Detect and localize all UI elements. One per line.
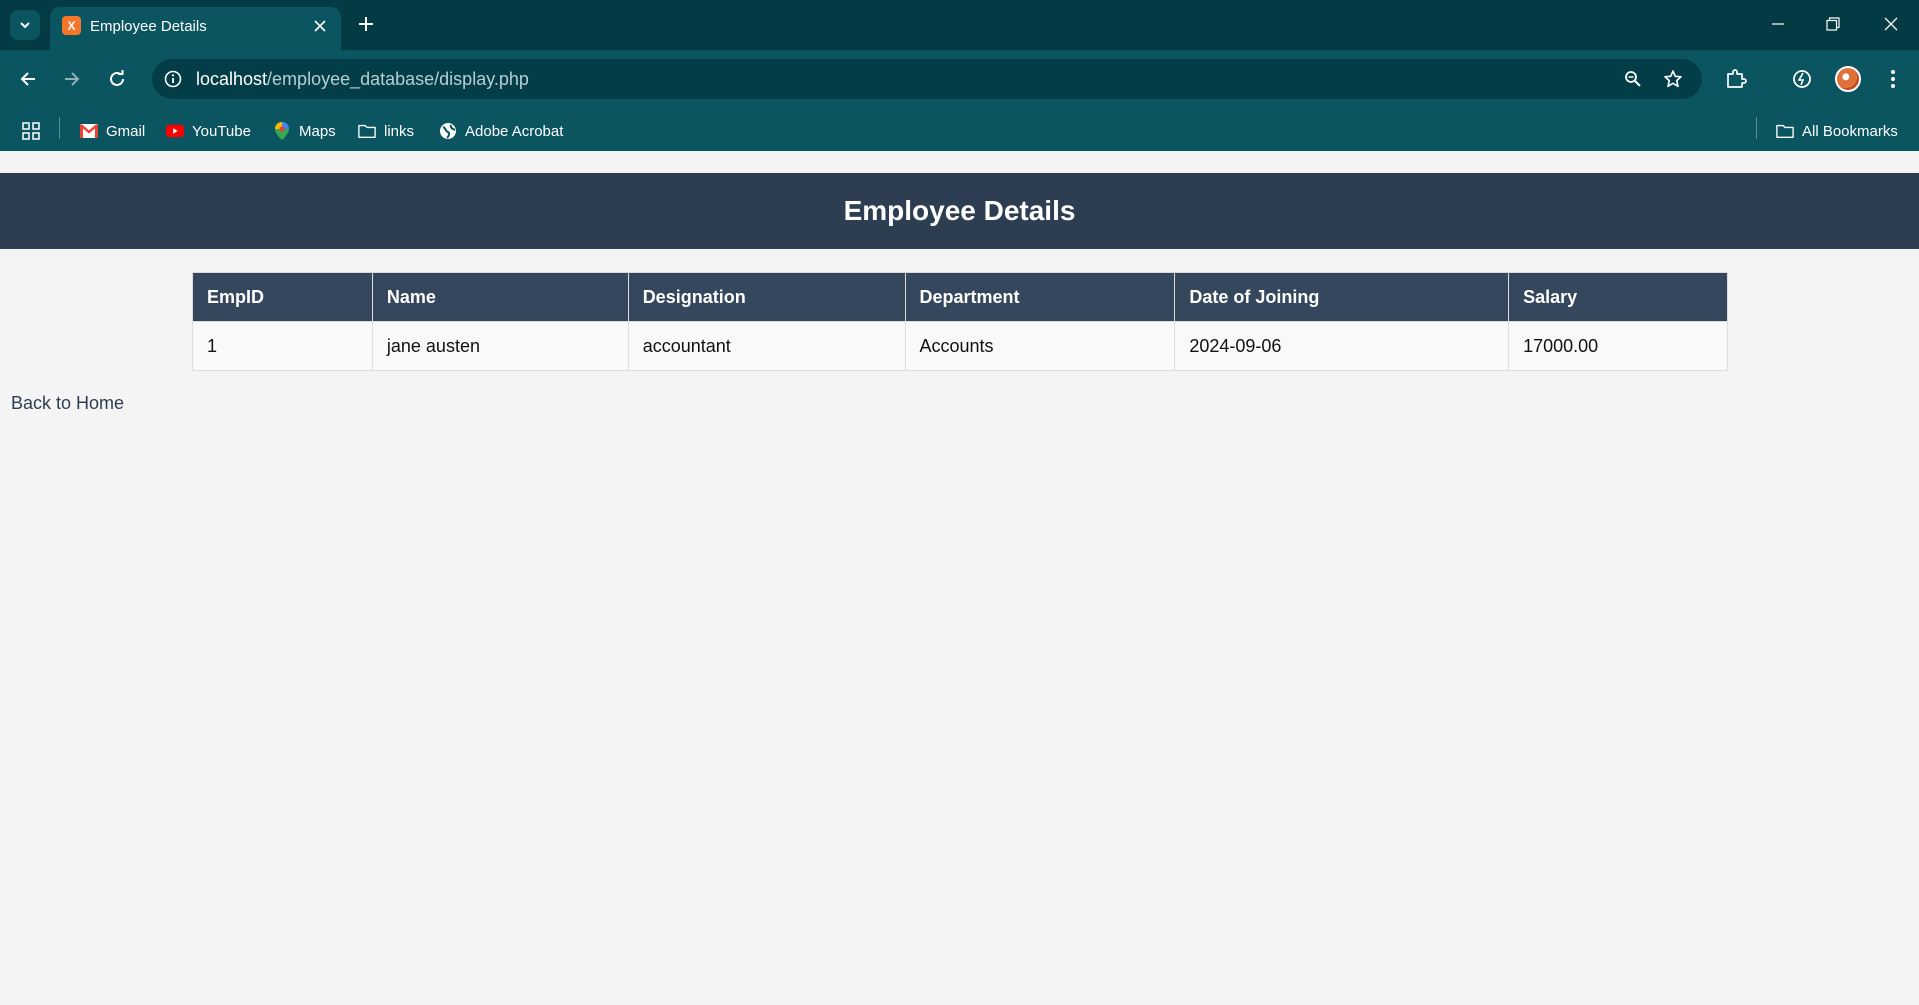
info-icon [164, 70, 182, 88]
menu-button[interactable] [1876, 62, 1910, 96]
apps-grid-icon [22, 122, 40, 140]
restore-button[interactable] [1810, 6, 1856, 42]
minimize-icon [1772, 23, 1784, 25]
tab-strip: X Employee Details [0, 0, 1919, 50]
column-header-name: Name [371, 272, 629, 322]
bookmark-star-button[interactable] [1660, 66, 1686, 92]
cell-empid: 1 [192, 321, 373, 371]
column-header-salary: Salary [1508, 272, 1728, 322]
url-host: localhost [196, 69, 268, 89]
bookmark-label: Adobe Acrobat [465, 122, 564, 140]
arrow-right-icon [65, 72, 80, 86]
arrow-left-icon [20, 72, 35, 86]
page-header: Employee Details [0, 173, 1919, 249]
bookmark-adobe-acrobat[interactable]: Adobe Acrobat [439, 118, 563, 144]
bookmark-label: Maps [299, 122, 336, 140]
close-window-button[interactable] [1868, 6, 1914, 42]
folder-icon [358, 122, 376, 140]
restore-icon [1826, 17, 1840, 31]
plus-icon [359, 17, 373, 31]
address-bar[interactable]: localhost/employee_database/display.php [152, 59, 1702, 99]
forward-button[interactable] [55, 62, 89, 96]
star-icon [1664, 70, 1682, 88]
apps-button[interactable] [22, 118, 40, 144]
maps-icon [273, 122, 291, 140]
youtube-icon [166, 122, 184, 140]
reload-button[interactable] [100, 62, 134, 96]
gmail-icon [80, 122, 98, 140]
folder-icon [1776, 122, 1794, 140]
bookmark-gmail[interactable]: Gmail [80, 118, 145, 144]
tab-employee-details[interactable]: X Employee Details [50, 7, 341, 50]
column-header-empid: EmpID [192, 272, 373, 322]
back-button[interactable] [11, 62, 45, 96]
site-info-button[interactable] [160, 66, 186, 92]
speed-icon [1793, 70, 1811, 88]
close-icon [314, 20, 326, 32]
xampp-favicon-icon: X [62, 16, 81, 35]
cell-name: jane austen [371, 321, 629, 371]
bookmark-maps[interactable]: Maps [273, 118, 336, 144]
column-header-designation: Designation [627, 272, 906, 322]
bookmarks-bar: Gmail YouTube Maps links Adobe Acrobat A… [0, 110, 1919, 150]
reload-icon [110, 70, 124, 86]
url-text[interactable]: localhost/employee_database/display.php [196, 69, 529, 90]
performance-button[interactable] [1785, 62, 1819, 96]
extensions-button[interactable] [1719, 62, 1753, 96]
column-header-department: Department [904, 272, 1176, 322]
profile-avatar[interactable] [1835, 66, 1861, 92]
bookmark-label: YouTube [192, 122, 251, 140]
zoom-button[interactable] [1620, 66, 1646, 92]
new-tab-button[interactable] [352, 10, 380, 38]
all-bookmarks-label: All Bookmarks [1802, 122, 1898, 140]
browser-chrome: X Employee Details localhost/employee_da… [0, 0, 1919, 151]
bookmark-folder-links[interactable]: links [358, 118, 414, 144]
bookmarks-divider [59, 117, 60, 139]
cell-department: Accounts [904, 321, 1176, 371]
bookmark-label: Gmail [106, 122, 146, 140]
more-vert-icon [1891, 70, 1895, 88]
column-header-date-of-joining: Date of Joining [1174, 272, 1510, 322]
bookmark-youtube[interactable]: YouTube [166, 118, 251, 144]
employee-table: EmpID Name Designation Department Date o… [192, 272, 1728, 371]
globe-icon [439, 122, 457, 140]
back-to-home-link[interactable]: Back to Home [11, 393, 124, 414]
close-icon [1884, 17, 1898, 31]
cell-designation: accountant [627, 321, 906, 371]
tab-title: Employee Details [90, 18, 207, 35]
page-title: Employee Details [843, 195, 1076, 226]
table-row: 1 jane austen accountant Accounts 2024-0… [192, 321, 1728, 371]
chevron-down-icon [20, 22, 30, 29]
all-bookmarks-button[interactable]: All Bookmarks [1776, 118, 1898, 144]
cell-date-of-joining: 2024-09-06 [1174, 321, 1510, 371]
tab-search-button[interactable] [10, 10, 40, 40]
table-header-row: EmpID Name Designation Department Date o… [192, 272, 1728, 322]
cell-salary: 17000.00 [1508, 321, 1728, 371]
tab-close-button[interactable] [308, 14, 332, 38]
zoom-icon [1625, 71, 1641, 87]
puzzle-icon [1727, 69, 1747, 88]
bookmark-label: links [384, 122, 415, 140]
minimize-button[interactable] [1755, 6, 1801, 42]
bookmarks-divider [1756, 117, 1757, 139]
url-path: /employee_database/display.php [267, 69, 529, 89]
